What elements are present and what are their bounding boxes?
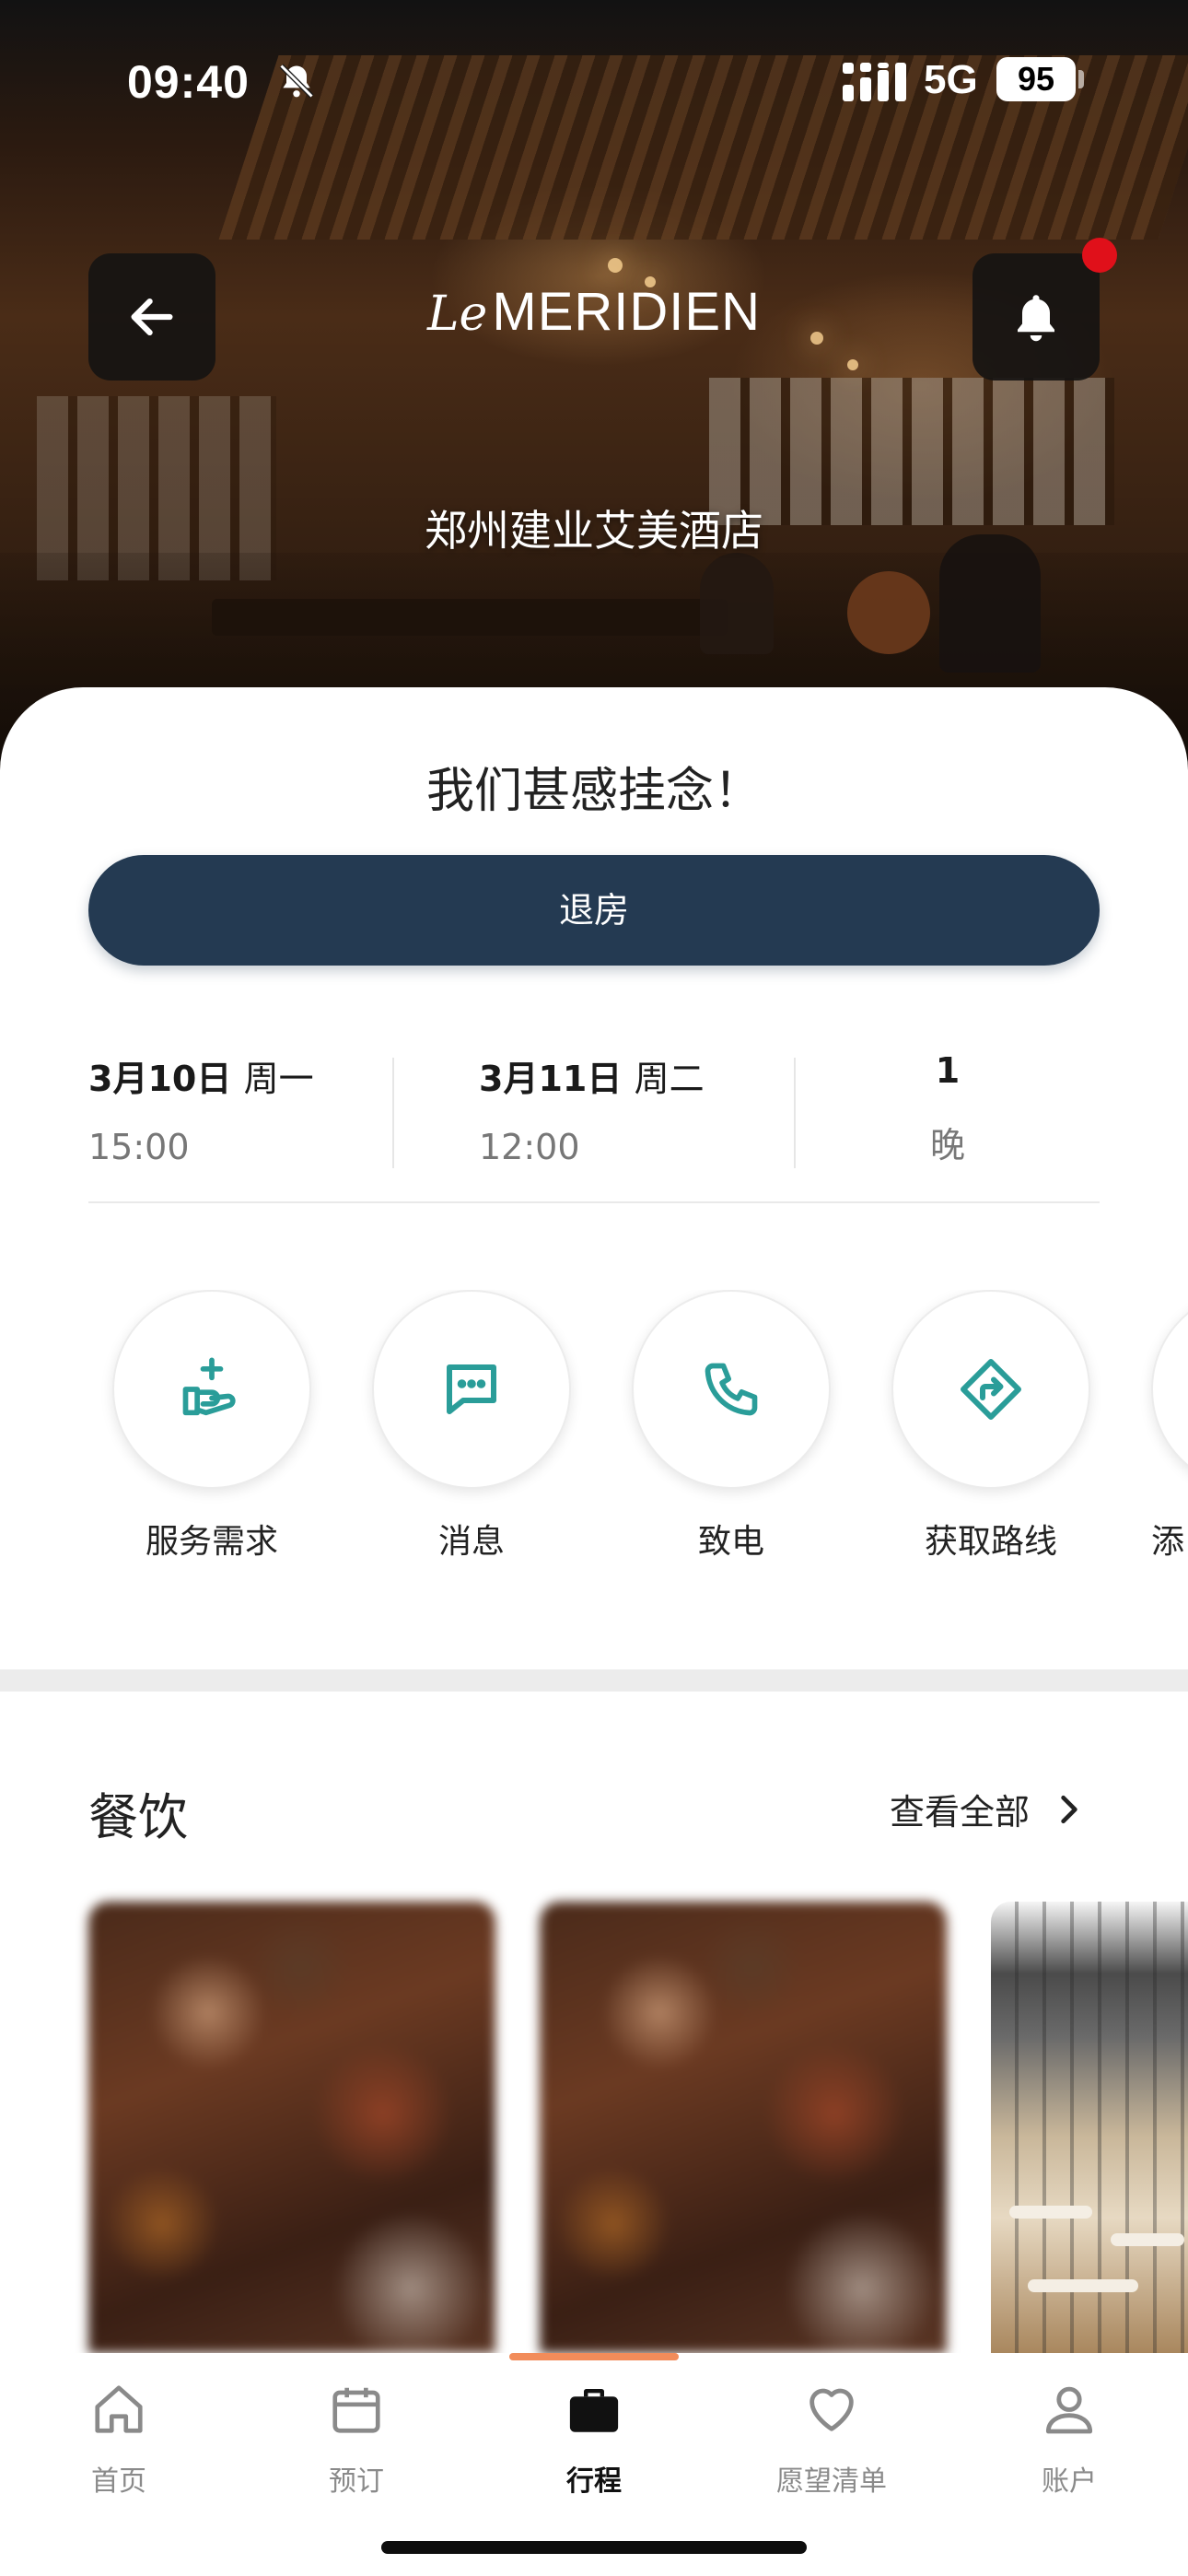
divider	[88, 1201, 1100, 1203]
hero-chair	[700, 553, 774, 654]
tab-account[interactable]: 账户	[977, 2373, 1161, 2499]
nights-info: 1 晚	[796, 1050, 1100, 1170]
restaurant-table	[1028, 2279, 1138, 2292]
network-type: 5G	[924, 57, 978, 102]
section-separator	[0, 1669, 1188, 1692]
bell-icon	[1018, 295, 1054, 342]
dining-card-image[interactable]	[540, 1902, 947, 2353]
tab-active-indicator	[509, 2353, 679, 2360]
notifications-button[interactable]	[973, 253, 1100, 381]
tab-trips[interactable]: 行程	[502, 2373, 686, 2499]
tab-label: 首页	[91, 2465, 146, 2498]
view-all-label: 查看全部	[890, 1792, 1031, 1832]
restaurant-table	[1111, 2233, 1184, 2246]
hero-image	[0, 0, 1188, 792]
notification-badge	[1082, 238, 1117, 273]
action-label: 添	[1151, 1523, 1185, 1561]
quick-actions: 服务需求 消息 致电 获取路线 添	[0, 1290, 1188, 1566]
tab-wishlist[interactable]: 愿望清单	[740, 2373, 924, 2499]
action-messages[interactable]: 消息	[372, 1290, 571, 1563]
checkin-date-value: 3月10日	[88, 1059, 232, 1099]
dining-card-image[interactable]	[991, 1902, 1188, 2353]
action-label: 获取路线	[924, 1523, 1057, 1561]
brand-logo-le: Le	[427, 287, 488, 342]
tab-label: 账户	[1042, 2465, 1097, 2498]
service-request-icon	[182, 1357, 236, 1416]
action-label: 致电	[697, 1523, 764, 1561]
chevron-right-icon	[1061, 1795, 1077, 1823]
action-label: 消息	[437, 1523, 505, 1561]
phone-icon	[705, 1363, 758, 1416]
checkin-time: 15:00	[88, 1127, 190, 1167]
restaurant-table	[1009, 2206, 1092, 2219]
nights-unit: 晚	[929, 1125, 965, 1165]
checkout-date: 3月11日 周二	[479, 1050, 783, 1101]
battery-tip	[1078, 70, 1084, 88]
briefcase-icon	[569, 2389, 619, 2432]
heart-icon	[809, 2388, 854, 2431]
action-circle	[1151, 1290, 1188, 1489]
action-circle	[632, 1290, 831, 1489]
checkout-weekday: 周二	[634, 1059, 705, 1099]
checkout-button[interactable]: 退房	[88, 855, 1100, 966]
checkin-date: 3月10日 周一	[88, 1050, 392, 1101]
signal-icon	[843, 63, 906, 101]
action-circle	[112, 1290, 311, 1489]
checkout-time: 12:00	[479, 1127, 580, 1167]
checkin-info: 3月10日 周一 15:00	[88, 1050, 392, 1170]
dining-card-image[interactable]	[88, 1902, 495, 2353]
tab-label: 愿望清单	[776, 2465, 887, 2498]
person-icon	[1045, 2386, 1093, 2434]
checkout-info: 3月11日 周二 12:00	[479, 1050, 783, 1170]
battery-indicator: 95	[996, 57, 1076, 101]
hero-lamp	[847, 359, 858, 370]
bell-slash-icon	[279, 64, 314, 99]
hero-table	[212, 599, 728, 636]
tab-label: 行程	[566, 2465, 622, 2498]
calendar-icon	[332, 2387, 380, 2433]
hero-lamp	[608, 258, 623, 273]
view-all-link[interactable]: 查看全部	[890, 1784, 1081, 1834]
action-label: 服务需求	[145, 1523, 278, 1561]
greeting-text: 我们甚感挂念！	[425, 764, 762, 819]
tab-home[interactable]: 首页	[27, 2373, 211, 2499]
directions-icon	[961, 1359, 1021, 1420]
status-time: 09:40	[127, 56, 250, 108]
action-call[interactable]: 致电	[632, 1290, 831, 1563]
home-icon	[95, 2385, 143, 2433]
home-indicator	[381, 2541, 807, 2554]
nights-count: 1	[935, 1050, 961, 1091]
dining-section-title: 餐饮	[88, 1788, 188, 1846]
tab-label: 预订	[329, 2465, 384, 2498]
checkout-date-value: 3月11日	[479, 1059, 623, 1099]
brand-logo-name: MERIDIEN	[492, 282, 761, 342]
action-add[interactable]: 添	[1151, 1290, 1188, 1563]
hero-chair	[847, 571, 930, 654]
stay-dates: 3月10日 周一 15:00 3月11日 周二 12:00 1 晚	[88, 1050, 1100, 1170]
hotel-name: 郑州建业艾美酒店	[425, 506, 763, 556]
tab-bookings[interactable]: 预订	[264, 2373, 448, 2499]
action-circle	[891, 1290, 1090, 1489]
stay-divider	[392, 1058, 394, 1168]
action-service-request[interactable]: 服务需求	[112, 1290, 311, 1563]
checkin-weekday: 周一	[243, 1059, 314, 1099]
message-icon	[447, 1364, 496, 1414]
action-circle	[372, 1290, 571, 1489]
action-directions[interactable]: 获取路线	[891, 1290, 1090, 1563]
